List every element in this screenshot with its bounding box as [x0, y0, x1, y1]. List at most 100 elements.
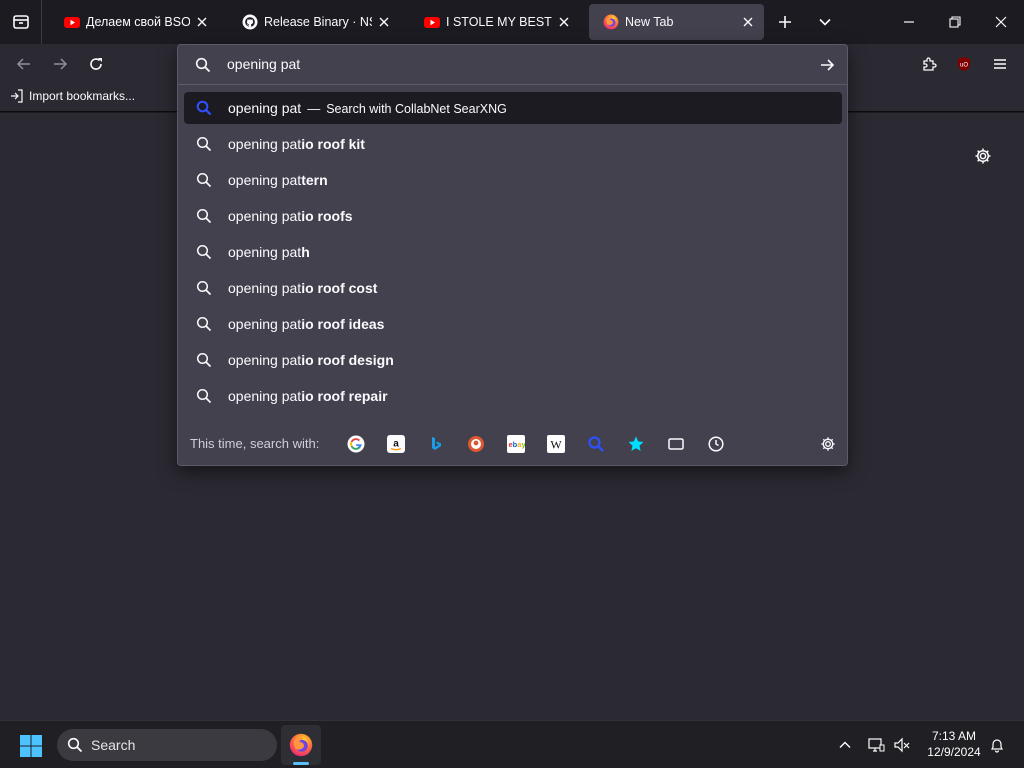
ublock-origin-icon: uO	[956, 56, 972, 72]
suggestion-text: opening pattern	[228, 172, 328, 188]
suggestion-row[interactable]: opening patio roofs	[184, 200, 842, 232]
urlbar-input-row	[178, 45, 847, 85]
tab-0[interactable]: Делаем свой BSOD в Windows	[50, 4, 218, 40]
suggestion-text: opening patio roof kit	[228, 136, 365, 152]
close-tab-icon[interactable]	[376, 14, 392, 30]
firefox-view-button[interactable]	[0, 0, 42, 44]
tab-3-active[interactable]: New Tab	[589, 4, 764, 40]
network-icon[interactable]	[866, 735, 886, 755]
suggestion-row[interactable]: opening patio roof cost	[184, 272, 842, 304]
plus-icon	[777, 14, 793, 30]
bing-icon[interactable]	[424, 432, 448, 456]
suggestion-prefix: opening pat	[228, 280, 302, 296]
suggestion-prefix: opening pat	[228, 316, 302, 332]
restore-icon	[949, 16, 961, 28]
suggestion-completion: h	[301, 244, 310, 260]
import-bookmarks-button[interactable]: Import bookmarks...	[10, 89, 135, 103]
firefox-view-icon	[12, 13, 30, 31]
heuristic-separator: —	[307, 101, 321, 116]
suggestion-completion: io roof repair	[301, 388, 388, 404]
youtube-icon	[424, 14, 440, 30]
arrow-left-icon	[16, 56, 32, 72]
chevron-up-icon[interactable]	[835, 735, 855, 755]
search-icon	[195, 387, 213, 405]
suggestion-row[interactable]: opening pattern	[184, 164, 842, 196]
svg-text:a: a	[393, 439, 399, 450]
svg-text:W: W	[550, 438, 562, 452]
search-settings-button[interactable]	[816, 432, 840, 456]
duckduckgo-icon[interactable]	[464, 432, 488, 456]
suggestion-completion: io roof kit	[301, 136, 365, 152]
back-button[interactable]	[10, 50, 38, 78]
search-icon	[195, 279, 213, 297]
arrow-right-icon	[52, 56, 68, 72]
gear-icon	[974, 147, 992, 165]
suggestion-completion: tern	[301, 172, 328, 188]
suggestion-row[interactable]: opening patio roof repair	[184, 380, 842, 412]
close-tab-icon[interactable]	[740, 14, 756, 30]
wikipedia-icon[interactable]: W	[544, 432, 568, 456]
github-icon	[242, 14, 258, 30]
youtube-icon	[64, 14, 80, 30]
suggestion-completion: io roof design	[301, 352, 394, 368]
suggestion-text: opening path	[228, 244, 310, 260]
svg-text:ebay: ebay	[509, 440, 526, 449]
tabs-icon[interactable]	[664, 432, 688, 456]
search-icon	[195, 315, 213, 333]
list-all-tabs-button[interactable]	[810, 8, 840, 36]
restore-button[interactable]	[932, 0, 978, 44]
close-window-button[interactable]	[978, 0, 1024, 44]
ebay-icon[interactable]: ebay	[504, 432, 528, 456]
app-menu-button[interactable]	[986, 50, 1014, 78]
search-icon	[195, 243, 213, 261]
svg-text:uO: uO	[960, 63, 968, 69]
suggestion-text: opening patio roof cost	[228, 280, 377, 296]
tab-title: Делаем свой BSOD в Windows	[86, 15, 190, 29]
newtab-settings-button[interactable]	[970, 143, 996, 169]
close-tab-icon[interactable]	[556, 14, 572, 30]
clock-date: 12/9/2024	[927, 745, 981, 759]
search-icon	[195, 351, 213, 369]
notification-bell-icon[interactable]	[987, 735, 1007, 755]
suggestion-row[interactable]: opening patio roof kit	[184, 128, 842, 160]
searxng-search-icon	[195, 99, 213, 117]
suggestion-prefix: opening pat	[228, 388, 302, 404]
new-tab-button[interactable]	[770, 8, 800, 36]
go-arrow-icon[interactable]	[817, 55, 837, 75]
volume-muted-icon[interactable]	[892, 735, 912, 755]
suggestion-text: opening patio roof repair	[228, 388, 388, 404]
taskbar-firefox-button[interactable]	[281, 725, 321, 765]
tab-2[interactable]: I STOLE MY BEST FRIEND'S	[410, 4, 580, 40]
firefox-icon	[289, 733, 313, 757]
search-icon	[194, 56, 212, 74]
taskbar-clock[interactable]: 7:13 AM 12/9/2024	[920, 728, 988, 760]
forward-button[interactable]	[46, 50, 74, 78]
suggestion-text: opening patio roof design	[228, 352, 394, 368]
history-icon[interactable]	[704, 432, 728, 456]
tab-strip: Делаем свой BSOD в Windows Release Binar…	[0, 0, 1024, 44]
suggestion-completion: io roofs	[301, 208, 353, 224]
tab-1[interactable]: Release Binary · NSG650/NTOSKRNL	[228, 4, 400, 40]
reload-button[interactable]	[82, 50, 110, 78]
google-icon[interactable]	[344, 432, 368, 456]
suggestion-row[interactable]: opening path	[184, 236, 842, 268]
suggestion-row[interactable]: opening patio roof design	[184, 344, 842, 376]
windows-start-icon[interactable]	[18, 733, 44, 759]
search-icon	[195, 207, 213, 225]
amazon-icon[interactable]: a	[384, 432, 408, 456]
import-icon	[10, 89, 24, 103]
suggestion-row[interactable]: opening patio roof ideas	[184, 308, 842, 340]
bookmarks-star-icon[interactable]	[624, 432, 648, 456]
taskbar-search-box[interactable]: Search	[57, 729, 277, 761]
suggestion-prefix: opening pat	[228, 208, 302, 224]
extensions-button[interactable]	[915, 50, 943, 78]
urlbar-input[interactable]	[227, 56, 787, 72]
reload-icon	[88, 56, 104, 72]
tab-title: I STOLE MY BEST FRIEND'S	[446, 15, 552, 29]
suggestion-completion: io roof cost	[301, 280, 378, 296]
heuristic-result-row[interactable]: opening pat — Search with CollabNet SearXN…	[184, 92, 842, 124]
close-tab-icon[interactable]	[194, 14, 210, 30]
minimize-button[interactable]	[886, 0, 932, 44]
ublock-origin-button[interactable]: uO	[950, 50, 978, 78]
searxng-icon[interactable]	[584, 432, 608, 456]
